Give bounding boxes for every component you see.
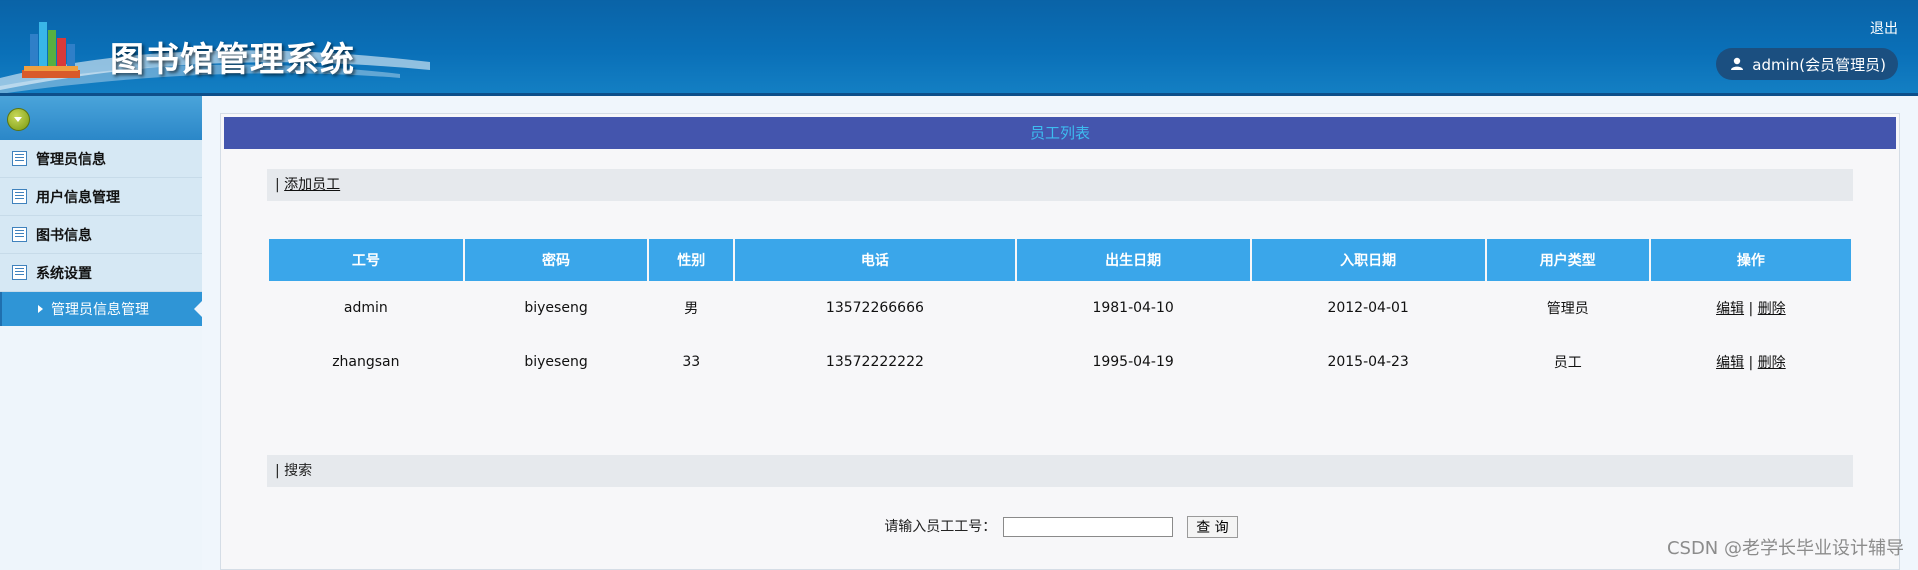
add-bar-prefix: |	[275, 177, 285, 193]
employee-table: 工号 密码 性别 电话 出生日期 入职日期 用户类型 操作 admin biye…	[267, 239, 1853, 389]
list-icon	[12, 265, 27, 280]
employee-id-search-input[interactable]	[1002, 517, 1173, 537]
table-header-row: 工号 密码 性别 电话 出生日期 入职日期 用户类型 操作	[269, 239, 1851, 281]
logout-link[interactable]: 退出	[1870, 18, 1898, 38]
cell-actions: 编辑 | 删除	[1651, 335, 1851, 389]
column-header: 出生日期	[1016, 239, 1250, 281]
cell-phone: 13572266666	[825, 300, 924, 316]
column-header: 入职日期	[1251, 239, 1485, 281]
cell-hire-date: 2012-04-01	[1327, 300, 1409, 316]
cell-password: biyeseng	[524, 300, 588, 316]
cell-gender: 33	[682, 354, 701, 370]
search-label: 请输入员工工号：	[884, 519, 997, 535]
cell-actions: 编辑 | 删除	[1651, 281, 1851, 335]
user-badge[interactable]: admin(会员管理员)	[1716, 48, 1898, 80]
user-label: admin(会员管理员)	[1752, 55, 1886, 74]
header-divider	[0, 93, 1918, 96]
action-separator: |	[1748, 355, 1754, 371]
main-panel: 员工列表 | 添加员工 工号 密码 性别 电话 出生日期 入职日期 用户类型 操…	[220, 113, 1900, 570]
app-title: 图书馆管理系统	[110, 40, 355, 80]
sidebar-item-book-info[interactable]: 图书信息	[0, 216, 202, 254]
search-bar: | 搜索	[267, 455, 1853, 487]
edit-link[interactable]: 编辑	[1716, 355, 1744, 371]
column-header: 用户类型	[1486, 239, 1649, 281]
cell-id: zhangsan	[332, 354, 400, 370]
sidebar-item-system-settings[interactable]: 系统设置	[0, 254, 202, 292]
cell-user-type: 管理员	[1546, 301, 1589, 317]
list-icon	[12, 189, 27, 204]
header-bar: 图书馆管理系统 退出 admin(会员管理员)	[0, 0, 1918, 96]
sidebar-item-user-management[interactable]: 用户信息管理	[0, 178, 202, 216]
cell-phone: 13572222222	[825, 354, 924, 370]
sidebar-item-label: 图书信息	[36, 227, 92, 244]
user-icon	[1731, 57, 1744, 70]
cell-password: biyeseng	[524, 354, 588, 370]
edit-link[interactable]: 编辑	[1716, 301, 1744, 317]
cell-birth-date: 1995-04-19	[1092, 354, 1174, 370]
column-header: 操作	[1650, 239, 1851, 281]
search-button[interactable]: 查 询	[1187, 516, 1238, 538]
caret-right-icon	[38, 305, 43, 313]
add-employee-link[interactable]: 添加员工	[284, 177, 340, 193]
books-logo-icon	[22, 22, 80, 78]
list-icon	[12, 227, 27, 242]
column-header: 性别	[649, 239, 734, 281]
sidebar-item-admin-info[interactable]: 管理员信息	[0, 140, 202, 178]
cell-user-type: 员工	[1553, 355, 1582, 371]
cell-birth-date: 1981-04-10	[1092, 300, 1174, 316]
list-icon	[12, 151, 27, 166]
table-row: zhangsan biyeseng 33 13572222222 1995-04…	[269, 335, 1851, 389]
column-header: 电话	[735, 239, 1015, 281]
watermark: CSDN @老学长毕业设计辅导	[1666, 538, 1904, 559]
sidebar-subitem-label: 管理员信息管理	[51, 302, 149, 318]
add-bar: | 添加员工	[267, 169, 1853, 201]
cell-gender: 男	[684, 301, 699, 317]
action-separator: |	[1748, 301, 1754, 317]
column-header: 工号	[269, 239, 463, 281]
delete-link[interactable]: 删除	[1758, 355, 1786, 371]
column-header: 密码	[464, 239, 648, 281]
sidebar-header	[0, 96, 202, 140]
chevron-down-icon[interactable]	[7, 108, 30, 131]
cell-hire-date: 2015-04-23	[1327, 354, 1409, 370]
sidebar: 管理员信息 用户信息管理 图书信息 系统设置 管理员信息管理	[0, 96, 202, 570]
active-indicator	[194, 301, 202, 317]
cell-id: admin	[343, 300, 388, 316]
search-form: 请输入员工工号： 查 询	[221, 516, 1901, 538]
table-row: admin biyeseng 男 13572266666 1981-04-10 …	[269, 281, 1851, 335]
sidebar-subitem-admin-info-management[interactable]: 管理员信息管理	[0, 292, 202, 326]
delete-link[interactable]: 删除	[1758, 301, 1786, 317]
sidebar-item-label: 管理员信息	[36, 151, 106, 168]
sidebar-item-label: 系统设置	[36, 265, 92, 282]
sidebar-item-label: 用户信息管理	[36, 189, 120, 206]
page-title: 员工列表	[224, 117, 1896, 149]
